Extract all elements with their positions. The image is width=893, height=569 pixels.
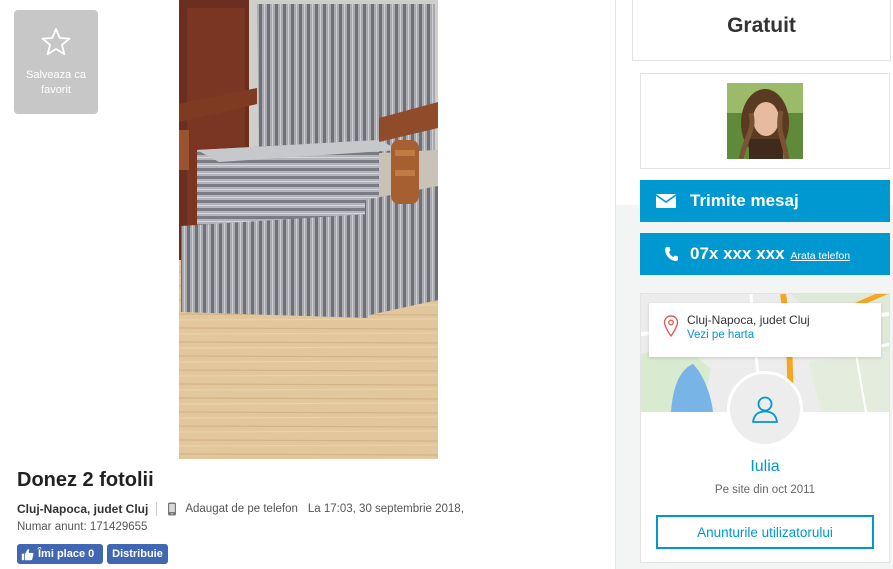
location-popup: Cluj-Napoca, judet Cluj Vezi pe harta: [649, 303, 881, 357]
meta-divider: [156, 502, 158, 516]
thumbs-up-icon: [21, 548, 34, 560]
added-via-phone: Adaugat de pe telefon: [185, 503, 298, 515]
star-icon: [41, 28, 71, 56]
location-city: Cluj-Napoca, judet Cluj: [687, 313, 810, 327]
user-ads-button[interactable]: Anunturile utilizatorului: [656, 515, 874, 549]
user-icon: [752, 396, 778, 423]
facebook-like-button[interactable]: Îmi place 0: [17, 544, 103, 564]
ad-title: Donez 2 fotolii: [17, 469, 154, 491]
like-label: Îmi place 0: [38, 548, 95, 560]
show-phone-button[interactable]: 07x xxx xxx Arata telefon: [640, 233, 890, 275]
show-phone-link[interactable]: Arata telefon: [791, 250, 851, 262]
seller-photo[interactable]: [727, 83, 803, 159]
price-tag-arrow: [618, 0, 633, 61]
view-on-map-link[interactable]: Vezi pe harta: [687, 329, 754, 341]
ad-meta: Cluj-Napoca, judet Cluj Adaugat de pe te…: [17, 502, 464, 516]
phone-masked: 07x xxx xxx: [690, 244, 785, 263]
save-favorite-label: Salveaza ca favorit: [26, 69, 86, 96]
user-avatar[interactable]: [727, 371, 803, 447]
phone-icon: [665, 247, 678, 261]
ad-location: Cluj-Napoca, judet Cluj: [17, 502, 149, 516]
price-label: Gratuit: [727, 14, 796, 37]
listing-photo[interactable]: [179, 0, 438, 459]
ad-date: La 17:03, 30 septembrie 2018,: [307, 503, 464, 515]
user-name[interactable]: Iulia: [640, 458, 890, 476]
save-favorite-button[interactable]: Salveaza ca favorit: [14, 10, 98, 114]
send-message-button[interactable]: Trimite mesaj: [640, 180, 890, 222]
map-pin-icon: [663, 315, 679, 337]
facebook-share-button[interactable]: Distribuie: [107, 544, 168, 564]
armchair-photo-image: [179, 0, 438, 459]
envelope-icon: [656, 194, 676, 208]
seller-portrait-image: [727, 83, 803, 159]
ad-number: Numar anunt: 171429655: [17, 521, 148, 533]
user-since: Pe site din oct 2011: [714, 484, 816, 496]
send-message-label: Trimite mesaj: [690, 191, 799, 210]
mobile-phone-icon: [168, 502, 177, 516]
